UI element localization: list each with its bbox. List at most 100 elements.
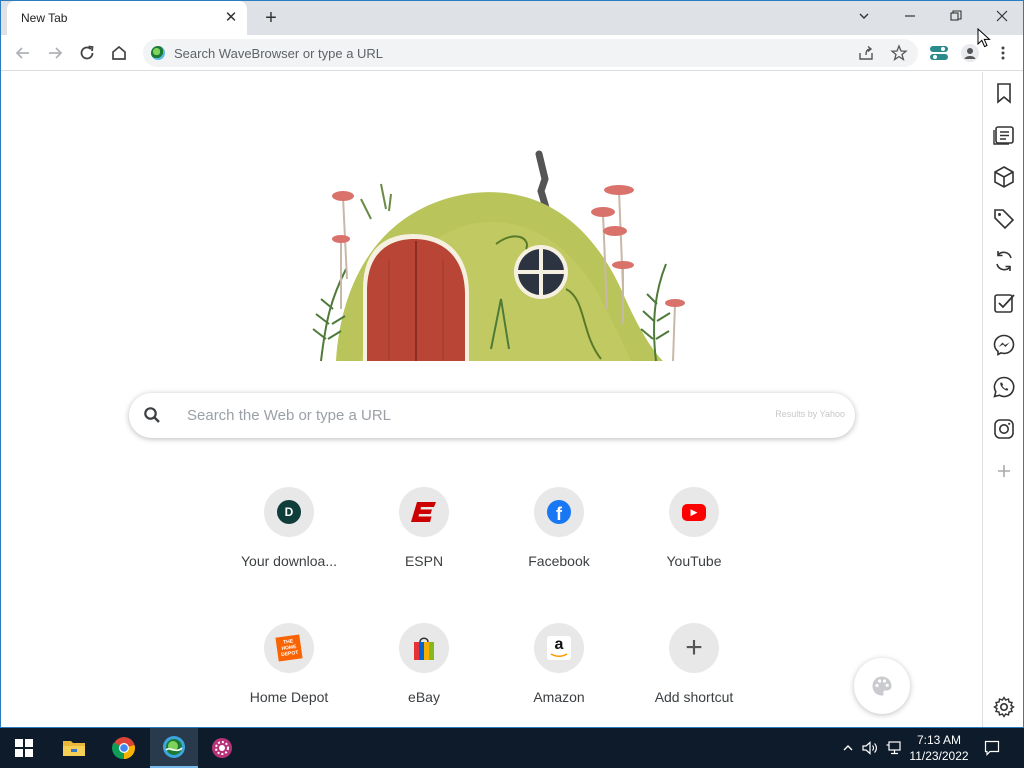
network-icon	[886, 741, 901, 755]
add-icon[interactable]	[992, 459, 1016, 483]
minimize-button[interactable]	[896, 5, 924, 29]
wavebrowser-icon	[163, 736, 185, 758]
close-window-button[interactable]	[988, 5, 1016, 29]
ebay-bag-icon	[414, 637, 434, 660]
search-icon	[144, 407, 160, 423]
shortcut-label: Home Depot	[249, 689, 329, 705]
close-icon	[996, 10, 1008, 22]
search-placeholder: Search the Web or type a URL	[187, 407, 391, 424]
shortcut-label: ESPN	[404, 553, 444, 569]
system-clock[interactable]: 7:13 AM 11/23/2022	[904, 732, 974, 764]
shortcut-label: Add shortcut	[654, 689, 734, 705]
restore-button[interactable]	[942, 5, 970, 29]
web-search-box[interactable]: Search the Web or type a URL Results by …	[129, 393, 855, 438]
clock-date: 11/23/2022	[909, 749, 969, 763]
messenger-icon[interactable]	[992, 333, 1016, 357]
app-taskbar-button[interactable]	[198, 728, 246, 768]
instagram-icon[interactable]	[992, 417, 1016, 441]
extensions-button[interactable]	[927, 41, 951, 65]
reading-list-icon[interactable]	[992, 123, 1016, 147]
kebab-menu-icon	[1001, 46, 1005, 60]
amazon-icon: a	[547, 636, 571, 660]
toggle-extension-icon	[930, 46, 948, 60]
whatsapp-icon[interactable]	[992, 375, 1016, 399]
restore-icon	[950, 10, 962, 21]
tab-strip: New Tab ✕ +	[1, 1, 1023, 35]
notification-icon	[984, 740, 1000, 756]
facebook-icon: f	[547, 500, 571, 524]
chrome-icon	[112, 737, 135, 760]
wavebrowser-logo-icon	[151, 46, 165, 60]
d-icon-letter: D	[284, 505, 294, 519]
home-depot-logo-text: THE HOME DEPOT	[280, 638, 299, 659]
tab-search-button[interactable]	[850, 5, 878, 29]
search-provider-credit: Results by Yahoo	[775, 409, 845, 419]
speaker-icon	[862, 741, 877, 755]
mouse-cursor-icon	[977, 28, 991, 48]
facebook-icon-letter: f	[556, 504, 562, 524]
file-explorer-button[interactable]	[50, 728, 98, 768]
youtube-icon: ▶	[682, 503, 706, 521]
shortcut-your-downloads[interactable]: D Your downloa...	[229, 487, 349, 597]
sync-icon[interactable]	[992, 249, 1016, 273]
toolbar: Search WaveBrowser or type a URL	[1, 35, 1023, 71]
new-tab-button[interactable]: +	[260, 7, 282, 29]
hobbit-house-illustration	[312, 150, 685, 362]
d-icon: D	[277, 500, 301, 524]
shortcut-ebay[interactable]: eBay	[364, 623, 484, 727]
shortcut-label: Facebook	[528, 553, 590, 569]
browser-window: New Tab ✕ + Search WaveBrowser or type a…	[0, 0, 1024, 728]
checklist-icon[interactable]	[992, 291, 1016, 315]
clock-time: 7:13 AM	[916, 733, 962, 747]
shortcut-label: eBay	[408, 689, 440, 705]
taskbar: 7:13 AM 11/23/2022	[0, 728, 1024, 768]
close-tab-icon[interactable]: ✕	[223, 10, 239, 26]
tab-title: New Tab	[21, 11, 68, 25]
chrome-taskbar-button[interactable]	[100, 728, 148, 768]
shortcut-espn[interactable]: ESPN	[364, 487, 484, 597]
youtube-play-glyph: ▶	[690, 506, 698, 517]
shortcut-home-depot[interactable]: THE HOME DEPOT Home Depot	[229, 623, 349, 727]
box-icon[interactable]	[992, 165, 1016, 189]
amazon-smile-icon	[550, 653, 568, 658]
chevron-down-icon	[859, 13, 869, 19]
bookmark-icon[interactable]	[992, 81, 1016, 105]
star-icon[interactable]	[890, 44, 908, 62]
reload-icon	[80, 45, 94, 60]
wavebrowser-taskbar-button[interactable]	[150, 728, 198, 768]
tab-new-tab[interactable]: New Tab ✕	[7, 1, 247, 35]
notifications-button[interactable]	[982, 738, 1002, 758]
right-sidebar	[982, 72, 1023, 727]
gear-app-icon	[212, 738, 232, 758]
home-button[interactable]	[107, 41, 131, 65]
palette-icon	[872, 676, 892, 696]
share-icon[interactable]	[857, 44, 875, 62]
home-icon	[112, 45, 126, 60]
shortcut-facebook[interactable]: f Facebook	[499, 487, 619, 597]
show-hidden-icons-button[interactable]	[838, 738, 858, 758]
plus-icon: +	[685, 631, 703, 664]
shortcut-label: YouTube	[666, 553, 722, 569]
customize-button[interactable]	[854, 658, 910, 714]
shortcut-youtube[interactable]: ▶ YouTube	[634, 487, 754, 597]
minimize-icon	[905, 15, 915, 17]
network-button[interactable]	[884, 738, 904, 758]
home-depot-icon: THE HOME DEPOT	[275, 634, 303, 662]
shortcut-label: Your downloa...	[241, 553, 337, 569]
amazon-logo-letter: a	[554, 636, 564, 653]
forward-button[interactable]	[43, 41, 67, 65]
volume-button[interactable]	[860, 738, 880, 758]
reload-button[interactable]	[75, 41, 99, 65]
chevron-up-icon	[843, 745, 853, 751]
arrow-left-icon	[15, 47, 29, 59]
settings-icon[interactable]	[992, 695, 1016, 719]
address-bar[interactable]: Search WaveBrowser or type a URL	[143, 39, 918, 67]
back-button[interactable]	[11, 41, 35, 65]
tag-icon[interactable]	[992, 207, 1016, 231]
shortcut-amazon[interactable]: a Amazon	[499, 623, 619, 727]
folder-icon	[63, 741, 85, 756]
start-button[interactable]	[0, 728, 48, 768]
shortcut-label: Amazon	[533, 689, 585, 705]
menu-button[interactable]	[991, 41, 1015, 65]
add-shortcut-button[interactable]: + Add shortcut	[634, 623, 754, 727]
